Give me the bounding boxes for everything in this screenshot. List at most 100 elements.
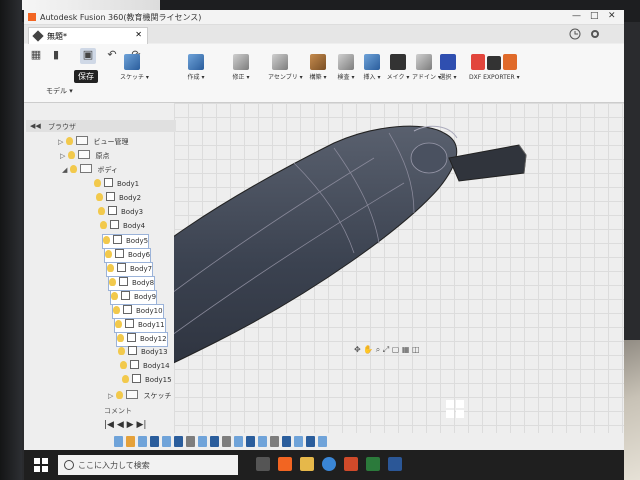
tree-body-selected[interactable]: Body12 — [116, 332, 168, 347]
timeline-sketch-icon[interactable] — [234, 436, 243, 447]
tree-body-selected[interactable]: Body8 — [108, 276, 156, 291]
tool-insert[interactable]: 挿入 ▾ — [360, 54, 384, 81]
pan-icon[interactable]: ✋ — [363, 345, 373, 354]
comments-label[interactable]: コメント — [104, 406, 132, 416]
viewports-icon[interactable]: ◫ — [412, 345, 420, 354]
tree-folder-sketches[interactable]: ▷ スケッチ — [108, 390, 171, 403]
excel-icon[interactable] — [366, 457, 380, 471]
lightbulb-icon[interactable] — [96, 193, 103, 201]
lightbulb-icon[interactable] — [103, 236, 110, 244]
timeline-sketch-icon[interactable] — [198, 436, 207, 447]
expand-icon[interactable]: ▷ — [58, 138, 64, 146]
lightbulb-icon[interactable] — [109, 278, 116, 286]
tool-addins[interactable]: アドイン ▾ — [412, 54, 441, 81]
grid-menu-icon[interactable]: ▦ — [28, 48, 44, 64]
tree-body[interactable]: Body14 — [120, 360, 170, 373]
timeline-first-button[interactable]: |◀ — [104, 420, 114, 430]
tool-make[interactable]: メイク ▾ — [386, 54, 410, 81]
tool-create[interactable]: 作成 ▾ — [184, 54, 208, 81]
lightbulb-icon[interactable] — [115, 320, 122, 328]
3d-viewport[interactable] — [174, 103, 624, 433]
tree-body-selected[interactable]: Body6 — [104, 248, 152, 263]
chrome-icon[interactable] — [322, 457, 336, 471]
tree-body[interactable]: Body2 — [96, 192, 141, 205]
timeline-feature-icon[interactable] — [186, 436, 195, 447]
orbit-icon[interactable]: ✥ — [354, 345, 361, 354]
document-tab[interactable]: 無題* ✕ — [28, 27, 148, 44]
expand-icon[interactable]: ▷ — [108, 392, 114, 400]
lightbulb-icon[interactable] — [98, 207, 105, 215]
tree-body-selected[interactable]: Body5 — [102, 234, 150, 249]
tree-body[interactable]: Body4 — [100, 220, 145, 233]
timeline-feature-icon[interactable] — [210, 436, 219, 447]
lightbulb-icon[interactable] — [113, 306, 120, 314]
tree-folder-origin[interactable]: ▷ 原点 — [60, 150, 109, 163]
tree-body-selected[interactable]: Body11 — [114, 318, 166, 333]
timeline-feature-icon[interactable] — [150, 436, 159, 447]
browser-header[interactable]: ◀◀ ブラウザ — [26, 120, 176, 132]
tree-body[interactable]: Body3 — [98, 206, 143, 219]
tree-body[interactable]: Body15 — [122, 374, 172, 387]
timeline-feature-icon[interactable] — [306, 436, 315, 447]
undo-icon[interactable]: ↶ — [104, 48, 120, 64]
close-button[interactable]: ✕ — [608, 11, 616, 21]
app-icon[interactable] — [344, 457, 358, 471]
explorer-icon[interactable] — [300, 457, 314, 471]
lightbulb-icon[interactable] — [111, 292, 118, 300]
lightbulb-icon[interactable] — [100, 221, 107, 229]
lightbulb-icon[interactable] — [94, 179, 101, 187]
timeline-feature-icon[interactable] — [174, 436, 183, 447]
tab-close-button[interactable]: ✕ — [135, 30, 142, 39]
tree-body[interactable]: Body1 — [94, 178, 139, 191]
start-button[interactable] — [34, 458, 48, 472]
collapse-icon[interactable]: ◀◀ — [30, 122, 41, 130]
timeline-feature-icon[interactable] — [246, 436, 255, 447]
task-view-icon[interactable] — [256, 457, 270, 471]
lightbulb-icon[interactable] — [70, 165, 78, 173]
tool-construct[interactable]: 構築 ▾ — [306, 54, 330, 81]
gear-icon[interactable] — [589, 28, 601, 40]
timeline-feature-icon[interactable] — [270, 436, 279, 447]
tree-body-selected[interactable]: Body10 — [112, 304, 164, 319]
tree-body-selected[interactable]: Body9 — [110, 290, 158, 305]
timeline-sketch-icon[interactable] — [114, 436, 123, 447]
tree-body[interactable]: Body13 — [118, 346, 168, 359]
word-icon[interactable] — [388, 457, 402, 471]
timeline-play-button[interactable]: ▶ — [127, 420, 134, 430]
lightbulb-icon[interactable] — [122, 375, 129, 383]
timeline-next-button[interactable]: ▶| — [136, 420, 146, 430]
lightbulb-icon[interactable] — [68, 151, 76, 159]
tool-dxf-exporter[interactable]: DXF EXPORTER ▾ — [469, 54, 520, 81]
display-icon[interactable]: ▢ — [392, 345, 400, 354]
workspace-switcher[interactable]: モデル ▾ — [46, 86, 73, 96]
tree-folder-view[interactable]: ▷ ビュー管理 — [58, 136, 128, 149]
lightbulb-icon[interactable] — [118, 347, 125, 355]
tool-modify[interactable]: 修正 ▾ — [229, 54, 253, 81]
lightbulb-icon[interactable] — [120, 361, 127, 369]
lightbulb-icon[interactable] — [66, 137, 74, 145]
taskbar-search[interactable]: ここに入力して検索 — [58, 455, 238, 475]
tool-assemble[interactable]: アセンブリ ▾ — [268, 54, 303, 81]
clock-icon[interactable] — [569, 28, 581, 40]
maximize-button[interactable]: □ — [590, 11, 599, 21]
file-icon[interactable]: ▮ — [48, 48, 64, 64]
tree-body-selected[interactable]: Body7 — [106, 262, 154, 277]
timeline-feature-icon[interactable] — [222, 436, 231, 447]
minimize-button[interactable]: — — [572, 11, 581, 21]
timeline-sketch-icon[interactable] — [318, 436, 327, 447]
fusion-taskbar-icon[interactable] — [278, 457, 292, 471]
expand-icon[interactable]: ▷ — [60, 152, 66, 160]
collapse-triangle-icon[interactable]: ◢ — [62, 166, 68, 174]
timeline-feature-icon[interactable] — [126, 436, 135, 447]
lightbulb-icon[interactable] — [107, 264, 114, 272]
grid-icon[interactable]: ▦ — [402, 345, 410, 354]
fit-icon[interactable]: ⤢ — [383, 345, 389, 354]
zoom-icon[interactable]: ⌕ — [376, 345, 380, 354]
timeline-prev-button[interactable]: ◀ — [117, 420, 124, 430]
timeline-feature-icon[interactable] — [282, 436, 291, 447]
timeline-sketch-icon[interactable] — [162, 436, 171, 447]
tool-sketch[interactable]: スケッチ ▾ — [120, 54, 149, 81]
lightbulb-icon[interactable] — [117, 334, 124, 342]
save-icon[interactable]: ▣ — [80, 48, 96, 64]
lightbulb-icon[interactable] — [105, 250, 112, 258]
